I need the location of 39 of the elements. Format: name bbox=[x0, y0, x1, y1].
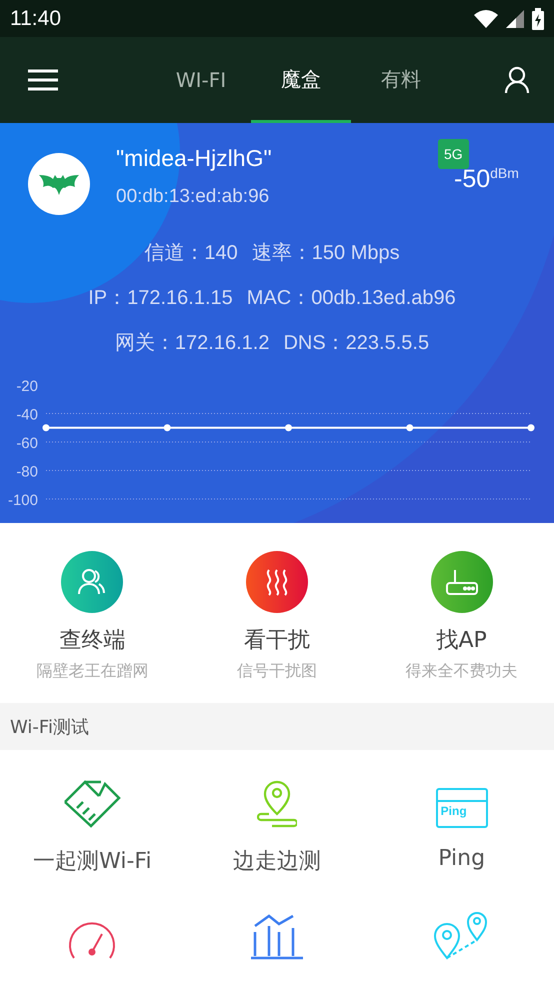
router-icon bbox=[444, 568, 479, 596]
tab[interactable]: WI-FI bbox=[151, 37, 251, 123]
menu-icon[interactable] bbox=[28, 69, 58, 91]
user-icon[interactable] bbox=[504, 66, 530, 94]
axis-label: -20 bbox=[16, 378, 38, 395]
feature-title: 看干扰 bbox=[244, 627, 310, 655]
axis-label: -40 bbox=[16, 406, 38, 424]
ping-window-icon: Ping bbox=[436, 788, 488, 828]
axis-label: -80 bbox=[16, 464, 38, 480]
signal-unit: dBm bbox=[490, 165, 519, 181]
test-label[interactable]: Ping bbox=[438, 846, 486, 871]
battery-charging-icon bbox=[532, 8, 544, 30]
network-name: "midea-HjzlhG" bbox=[116, 145, 272, 172]
cell-signal-icon bbox=[506, 10, 524, 28]
detail-text: DNS：223.5.5.5 bbox=[283, 331, 430, 356]
status-time: 11:40 bbox=[10, 6, 61, 30]
test-label[interactable]: 一起测Wi-Fi bbox=[33, 846, 152, 876]
test-label[interactable]: 边走边测 bbox=[232, 846, 321, 876]
detail-text: 信道：140 bbox=[144, 241, 238, 266]
axis-label: -100 bbox=[8, 492, 38, 509]
band-badge: 5G bbox=[438, 139, 469, 169]
tab[interactable]: 有料 bbox=[351, 37, 451, 123]
feature-subtitle: 信号干扰图 bbox=[236, 661, 317, 682]
detail-text: 速率：150 Mbps bbox=[252, 241, 400, 266]
feature-title: 找AP bbox=[436, 627, 487, 655]
section-title: Wi-Fi测试 bbox=[10, 716, 89, 738]
detail-text: MAC：00db.13ed.ab96 bbox=[246, 286, 456, 311]
handshake-icon bbox=[63, 780, 122, 828]
detail-text: 网关：172.16.1.2 bbox=[114, 331, 270, 356]
feature-subtitle: 隔壁老王在蹭网 bbox=[36, 661, 148, 682]
axis-label: -60 bbox=[16, 435, 38, 452]
feature-subtitle: 得来全不费功夫 bbox=[406, 661, 518, 682]
people-icon bbox=[77, 568, 108, 596]
bar-chart-icon bbox=[250, 914, 303, 960]
detail-text: IP：172.16.1.15 bbox=[88, 286, 233, 311]
feature-title: 查终端 bbox=[59, 627, 126, 655]
wifi-icon bbox=[474, 10, 498, 28]
location-pin-icon bbox=[256, 780, 297, 828]
bssid-text: 00:db:13:ed:ab:96 bbox=[116, 186, 270, 208]
